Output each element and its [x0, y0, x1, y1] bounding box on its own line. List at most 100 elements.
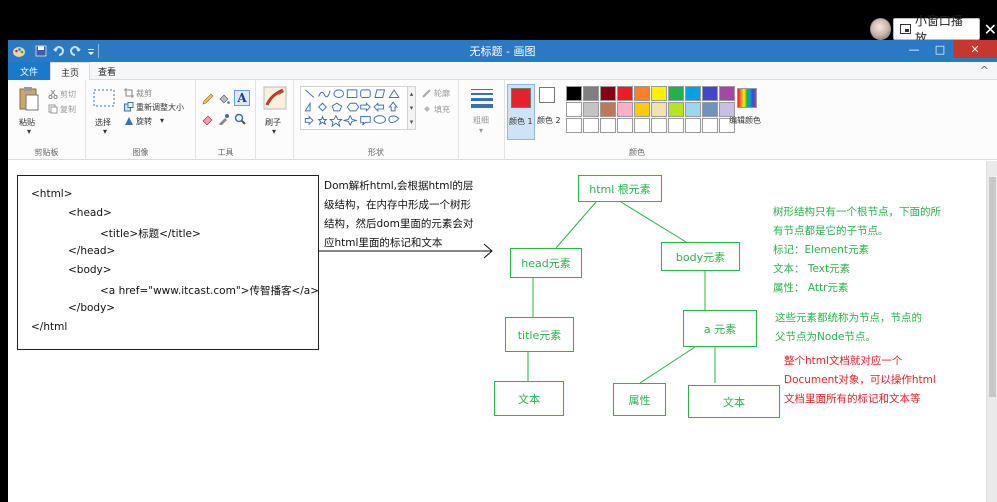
tab-file[interactable]: 文件	[8, 62, 50, 80]
minimize-button[interactable]: —	[901, 40, 927, 58]
shapes-scroll[interactable]: ▴ ▾ ▾	[408, 86, 416, 130]
color-swatch[interactable]	[634, 102, 650, 117]
select-icon[interactable]	[92, 88, 116, 110]
drawing-canvas[interactable]: <html> <head> <title>标题</title> </head> …	[8, 161, 997, 502]
node-note: 这些元素都统称为节点，节点的 父节点为Node节点。	[775, 309, 922, 347]
tree-connectors	[527, 201, 716, 384]
shapes-group-label: 形状	[368, 148, 384, 157]
screen: 小窗口播放 ✕ 无标题 - 画图 — □ ✕ 文件 主页 查看 ^ 粘贴 ▾ 剪…	[0, 0, 997, 502]
edit-colors-icon[interactable]	[737, 88, 757, 108]
color-swatch[interactable]	[617, 86, 633, 101]
color-swatch[interactable]	[668, 102, 684, 117]
color-swatch[interactable]	[600, 86, 616, 101]
select-dropdown-icon[interactable]: ▾	[103, 127, 107, 136]
color-swatch[interactable]	[583, 118, 599, 133]
color-swatch[interactable]	[651, 102, 667, 117]
color-swatch[interactable]	[719, 86, 735, 101]
color2-label[interactable]: 颜色 2	[537, 115, 561, 126]
clipboard-group: 粘贴 ▾ 剪切 复制 剪贴板	[8, 80, 86, 160]
size-dropdown-icon[interactable]: ▾	[479, 126, 483, 135]
color-palette[interactable]	[566, 86, 735, 133]
color-swatch[interactable]	[600, 118, 616, 133]
color-swatch[interactable]	[617, 102, 633, 117]
color-swatch[interactable]	[668, 118, 684, 133]
rotate-dropdown-icon[interactable]: ▾	[160, 116, 164, 125]
tools-group: A 工具	[196, 80, 256, 160]
brushes-group: 刷子 ▾	[256, 80, 294, 160]
color1-swatch	[511, 88, 531, 108]
tab-home[interactable]: 主页	[50, 62, 90, 81]
color-swatch[interactable]	[685, 118, 701, 133]
color-swatch[interactable]	[634, 118, 650, 133]
mini-window-icon	[900, 24, 911, 34]
colors-group: 颜色 1 颜色 2 编辑颜色 颜色	[505, 80, 769, 160]
color-swatch[interactable]	[651, 118, 667, 133]
paste-dropdown-icon[interactable]: ▾	[27, 127, 31, 136]
resize-label[interactable]: 重新调整大小	[136, 102, 184, 113]
color-swatch[interactable]	[668, 86, 684, 101]
color-swatch[interactable]	[702, 86, 718, 101]
cut-icon[interactable]	[48, 89, 58, 99]
color-swatch[interactable]	[566, 102, 582, 117]
color-picker-icon[interactable]	[218, 113, 230, 125]
maximize-button[interactable]: □	[927, 40, 953, 58]
size-group: 粗细 ▾	[459, 80, 505, 160]
color-swatch[interactable]	[702, 102, 718, 117]
color-swatch[interactable]	[600, 102, 616, 117]
color2-swatch[interactable]	[539, 87, 555, 103]
line-size-icon[interactable]	[471, 88, 493, 108]
fill-label[interactable]: 填充	[434, 104, 450, 115]
document-note: 整个html文档就对应一个 Document对象，可以操作html 文档里面所有…	[784, 352, 936, 409]
note-line: 文档里面所有的标记和文本等	[784, 393, 921, 405]
crop-icon[interactable]	[124, 88, 134, 98]
color-swatch[interactable]	[583, 86, 599, 101]
outline-label[interactable]: 轮廓	[434, 88, 450, 99]
fill-bucket-icon[interactable]	[218, 93, 230, 105]
pencil-icon[interactable]	[202, 93, 214, 105]
brush-dropdown-icon[interactable]: ▾	[272, 127, 276, 136]
copy-label[interactable]: 复制	[60, 104, 76, 115]
image-group: 选择 ▾ 裁剪 重新调整大小 旋转 ▾ 图像	[86, 80, 196, 160]
paste-icon[interactable]	[18, 86, 40, 112]
color-swatch[interactable]	[685, 102, 701, 117]
eraser-icon[interactable]	[202, 113, 214, 125]
ribbon-collapse-icon[interactable]: ^	[980, 64, 989, 77]
arrow-icon	[319, 243, 493, 259]
ribbon: 粘贴 ▾ 剪切 复制 剪贴板 选择 ▾ 裁剪 重新调整大小 旋转 ▾ 图像 A …	[8, 80, 997, 160]
color1-selector[interactable]: 颜色 1	[507, 84, 535, 140]
tab-view[interactable]: 查看	[98, 62, 116, 80]
color-swatch[interactable]	[617, 118, 633, 133]
ribbon-tabs: 文件 主页 查看 ^	[8, 62, 997, 81]
size-label[interactable]: 粗细	[473, 115, 489, 126]
fill-icon[interactable]	[422, 104, 432, 114]
color-swatch[interactable]	[685, 86, 701, 101]
resize-icon[interactable]	[124, 102, 134, 112]
text-tool-icon[interactable]: A	[234, 90, 250, 106]
window-controls: — □ ✕	[901, 40, 997, 58]
rotate-icon[interactable]	[124, 116, 134, 126]
cut-label[interactable]: 剪切	[60, 89, 76, 100]
copy-icon[interactable]	[48, 104, 58, 114]
shapes-gallery[interactable]	[300, 86, 408, 130]
clipboard-group-label: 剪贴板	[34, 148, 59, 157]
image-group-label: 图像	[132, 148, 149, 157]
color-swatch[interactable]	[702, 118, 718, 133]
magnifier-icon[interactable]	[234, 113, 246, 125]
brush-icon[interactable]	[263, 86, 287, 110]
color-swatch[interactable]	[634, 86, 650, 101]
crop-label[interactable]: 裁剪	[136, 88, 152, 99]
note-line: 整个html文档就对应一个	[784, 355, 903, 367]
paint-window: 无标题 - 画图 — □ ✕ 文件 主页 查看 ^ 粘贴 ▾ 剪切 复制 剪贴板…	[8, 40, 997, 502]
outline-icon[interactable]	[422, 88, 432, 98]
pip-play-button[interactable]: 小窗口播放	[893, 14, 980, 45]
close-button[interactable]: ✕	[953, 40, 997, 58]
scrollbar-thumb[interactable]	[989, 177, 996, 397]
edit-colors-label[interactable]: 编辑颜色	[729, 115, 761, 126]
rotate-label[interactable]: 旋转	[136, 116, 152, 127]
color-swatch[interactable]	[583, 102, 599, 117]
vertical-scrollbar[interactable]	[986, 161, 997, 502]
pip-close-icon[interactable]: ✕	[984, 20, 997, 39]
color-swatch[interactable]	[651, 86, 667, 101]
color-swatch[interactable]	[566, 118, 582, 133]
color-swatch[interactable]	[566, 86, 582, 101]
